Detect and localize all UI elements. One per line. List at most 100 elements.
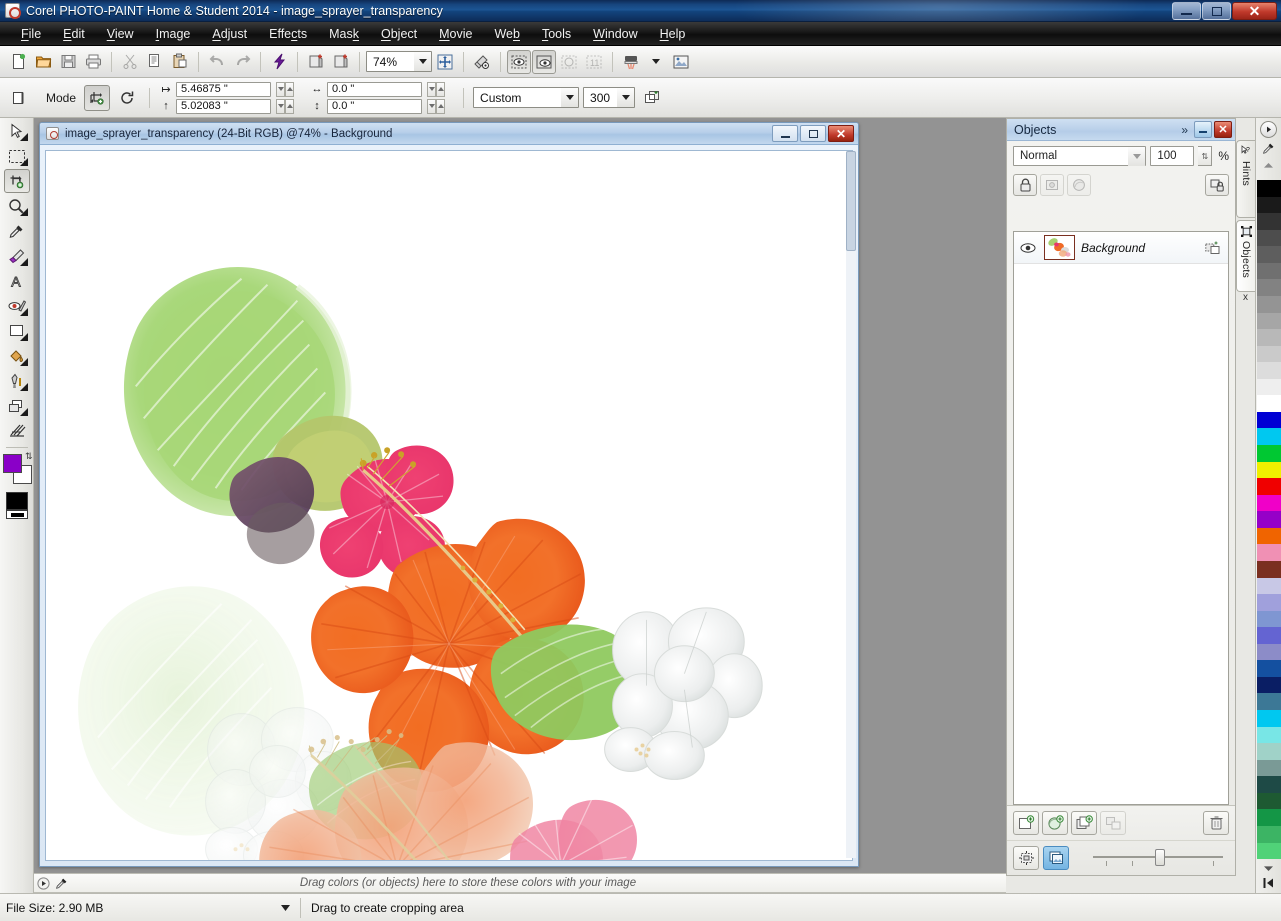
menu-item-image[interactable]: Image bbox=[145, 24, 202, 44]
palette-swatch[interactable] bbox=[1257, 263, 1281, 280]
palette-swatch[interactable] bbox=[1257, 230, 1281, 247]
zoom-dropdown-arrow[interactable] bbox=[414, 52, 431, 71]
spin-down[interactable] bbox=[276, 99, 285, 114]
file-size-indicator[interactable]: File Size: 2.90 MB bbox=[0, 894, 300, 921]
palette-scroll-down-button[interactable] bbox=[1260, 862, 1277, 874]
duplicate-object-button[interactable] bbox=[1071, 811, 1097, 835]
new-document-button[interactable] bbox=[6, 50, 30, 74]
spin-up[interactable] bbox=[436, 99, 445, 114]
menu-item-edit[interactable]: Edit bbox=[52, 24, 96, 44]
document-maximize-button[interactable] bbox=[800, 125, 826, 142]
palette-swatch[interactable] bbox=[1257, 379, 1281, 396]
scrollbar-thumb[interactable] bbox=[846, 151, 856, 251]
rotate-crop-button[interactable] bbox=[114, 85, 140, 111]
crop-x-input[interactable]: 0.0 " bbox=[327, 82, 422, 97]
lock-transparency-button[interactable] bbox=[1013, 174, 1037, 196]
palette-swatch[interactable] bbox=[1257, 528, 1281, 545]
palette-swatch[interactable] bbox=[1257, 412, 1281, 429]
hints-tab[interactable]: ? Hints bbox=[1236, 140, 1255, 218]
object-overlay-icon[interactable] bbox=[1202, 240, 1224, 255]
menu-item-adjust[interactable]: Adjust bbox=[201, 24, 258, 44]
menu-item-effects[interactable]: Effects bbox=[258, 24, 318, 44]
object-properties-button[interactable] bbox=[1013, 846, 1039, 870]
red-eye-tool[interactable] bbox=[4, 294, 30, 318]
palette-swatch[interactable] bbox=[1257, 362, 1281, 379]
crop-width-input[interactable]: 5.46875 " bbox=[176, 82, 271, 97]
spin-down[interactable] bbox=[276, 82, 285, 97]
palette-swatch[interactable] bbox=[1257, 677, 1281, 694]
palette-swatch[interactable] bbox=[1257, 793, 1281, 810]
paint-tool[interactable] bbox=[4, 369, 30, 393]
blend-mode-combo[interactable]: Normal bbox=[1013, 146, 1146, 166]
palette-swatch[interactable] bbox=[1257, 462, 1281, 479]
text-tool[interactable]: A bbox=[4, 269, 30, 293]
palette-swatch[interactable] bbox=[1257, 246, 1281, 263]
redo-button[interactable] bbox=[230, 50, 254, 74]
spin-up[interactable] bbox=[436, 82, 445, 97]
close-docker-tabs-icon[interactable]: x bbox=[1236, 292, 1255, 303]
image-canvas[interactable] bbox=[45, 150, 853, 861]
palette-swatch[interactable] bbox=[1257, 776, 1281, 793]
print-button[interactable] bbox=[81, 50, 105, 74]
crop-mode-button[interactable] bbox=[84, 85, 110, 111]
clip-mask-button[interactable] bbox=[557, 50, 581, 74]
menu-item-object[interactable]: Object bbox=[370, 24, 428, 44]
combine-objects-button[interactable] bbox=[1100, 811, 1126, 835]
undo-button[interactable] bbox=[205, 50, 229, 74]
image-color-store-bar[interactable]: Drag colors (or objects) here to store t… bbox=[34, 873, 1006, 893]
clip-mask-mode-button[interactable] bbox=[1067, 174, 1091, 196]
window-maximize-button[interactable] bbox=[1202, 2, 1231, 20]
export-image-button[interactable] bbox=[329, 50, 353, 74]
palette-swatch[interactable] bbox=[1257, 197, 1281, 214]
palette-scroll-up-button[interactable] bbox=[1260, 159, 1277, 171]
menu-item-mask[interactable]: Mask bbox=[318, 24, 370, 44]
import-button[interactable] bbox=[267, 50, 291, 74]
palette-swatch[interactable] bbox=[1257, 511, 1281, 528]
show-mask-marquee-button[interactable] bbox=[507, 50, 531, 74]
thumbnail-view-button[interactable] bbox=[1043, 846, 1069, 870]
zoom-level-combo[interactable]: 74% bbox=[366, 51, 432, 72]
spin-up[interactable] bbox=[285, 82, 294, 97]
palette-swatch[interactable] bbox=[1257, 329, 1281, 346]
object-list-item[interactable]: Background bbox=[1014, 232, 1228, 264]
eye-icon[interactable] bbox=[1018, 242, 1038, 254]
palette-scroll-button[interactable] bbox=[1260, 121, 1277, 138]
objects-tab[interactable]: Objects bbox=[1236, 220, 1255, 292]
thumbnail-size-slider[interactable] bbox=[1093, 848, 1223, 868]
window-minimize-button[interactable] bbox=[1172, 2, 1201, 20]
image-adjustment-dropdown[interactable] bbox=[644, 50, 668, 74]
document-vertical-scrollbar[interactable] bbox=[846, 151, 856, 858]
spin-down[interactable] bbox=[427, 99, 436, 114]
rectangle-tool[interactable] bbox=[4, 319, 30, 343]
palette-swatch[interactable] bbox=[1257, 843, 1281, 860]
palette-swatch[interactable] bbox=[1257, 826, 1281, 843]
crop-preset-dropdown-arrow[interactable] bbox=[561, 88, 578, 107]
pick-tool[interactable] bbox=[4, 119, 30, 143]
palette-swatch[interactable] bbox=[1257, 346, 1281, 363]
crop-to-new-image-button[interactable] bbox=[639, 85, 665, 111]
palette-swatch[interactable] bbox=[1257, 644, 1281, 661]
crop-height-spinner[interactable] bbox=[276, 99, 294, 114]
crop-preset-combo[interactable]: Custom bbox=[473, 87, 579, 108]
document-minimize-button[interactable] bbox=[772, 125, 798, 142]
menu-item-file[interactable]: File bbox=[10, 24, 52, 44]
fill-color-swatch[interactable] bbox=[3, 454, 22, 473]
window-close-button[interactable]: ✕ bbox=[1232, 2, 1277, 20]
resolution-combo[interactable]: 300 bbox=[583, 87, 635, 108]
zoom-levels-button[interactable] bbox=[433, 50, 457, 74]
palette-swatch[interactable] bbox=[1257, 578, 1281, 595]
paint-color-swatch[interactable] bbox=[6, 492, 28, 510]
open-document-button[interactable] bbox=[31, 50, 55, 74]
color-store-eyedropper-icon[interactable] bbox=[52, 875, 70, 891]
palette-swatch[interactable] bbox=[1257, 296, 1281, 313]
document-close-button[interactable]: ✕ bbox=[828, 125, 854, 142]
palette-swatch[interactable] bbox=[1257, 627, 1281, 644]
copy-button[interactable] bbox=[143, 50, 167, 74]
effect-tool[interactable] bbox=[4, 419, 30, 443]
palette-swatch[interactable] bbox=[1257, 213, 1281, 230]
palette-swatch[interactable] bbox=[1257, 445, 1281, 462]
crop-tool[interactable] bbox=[4, 169, 30, 193]
menu-item-web[interactable]: Web bbox=[483, 24, 530, 44]
palette-expand-button[interactable] bbox=[1260, 876, 1277, 890]
spin-up[interactable] bbox=[285, 99, 294, 114]
